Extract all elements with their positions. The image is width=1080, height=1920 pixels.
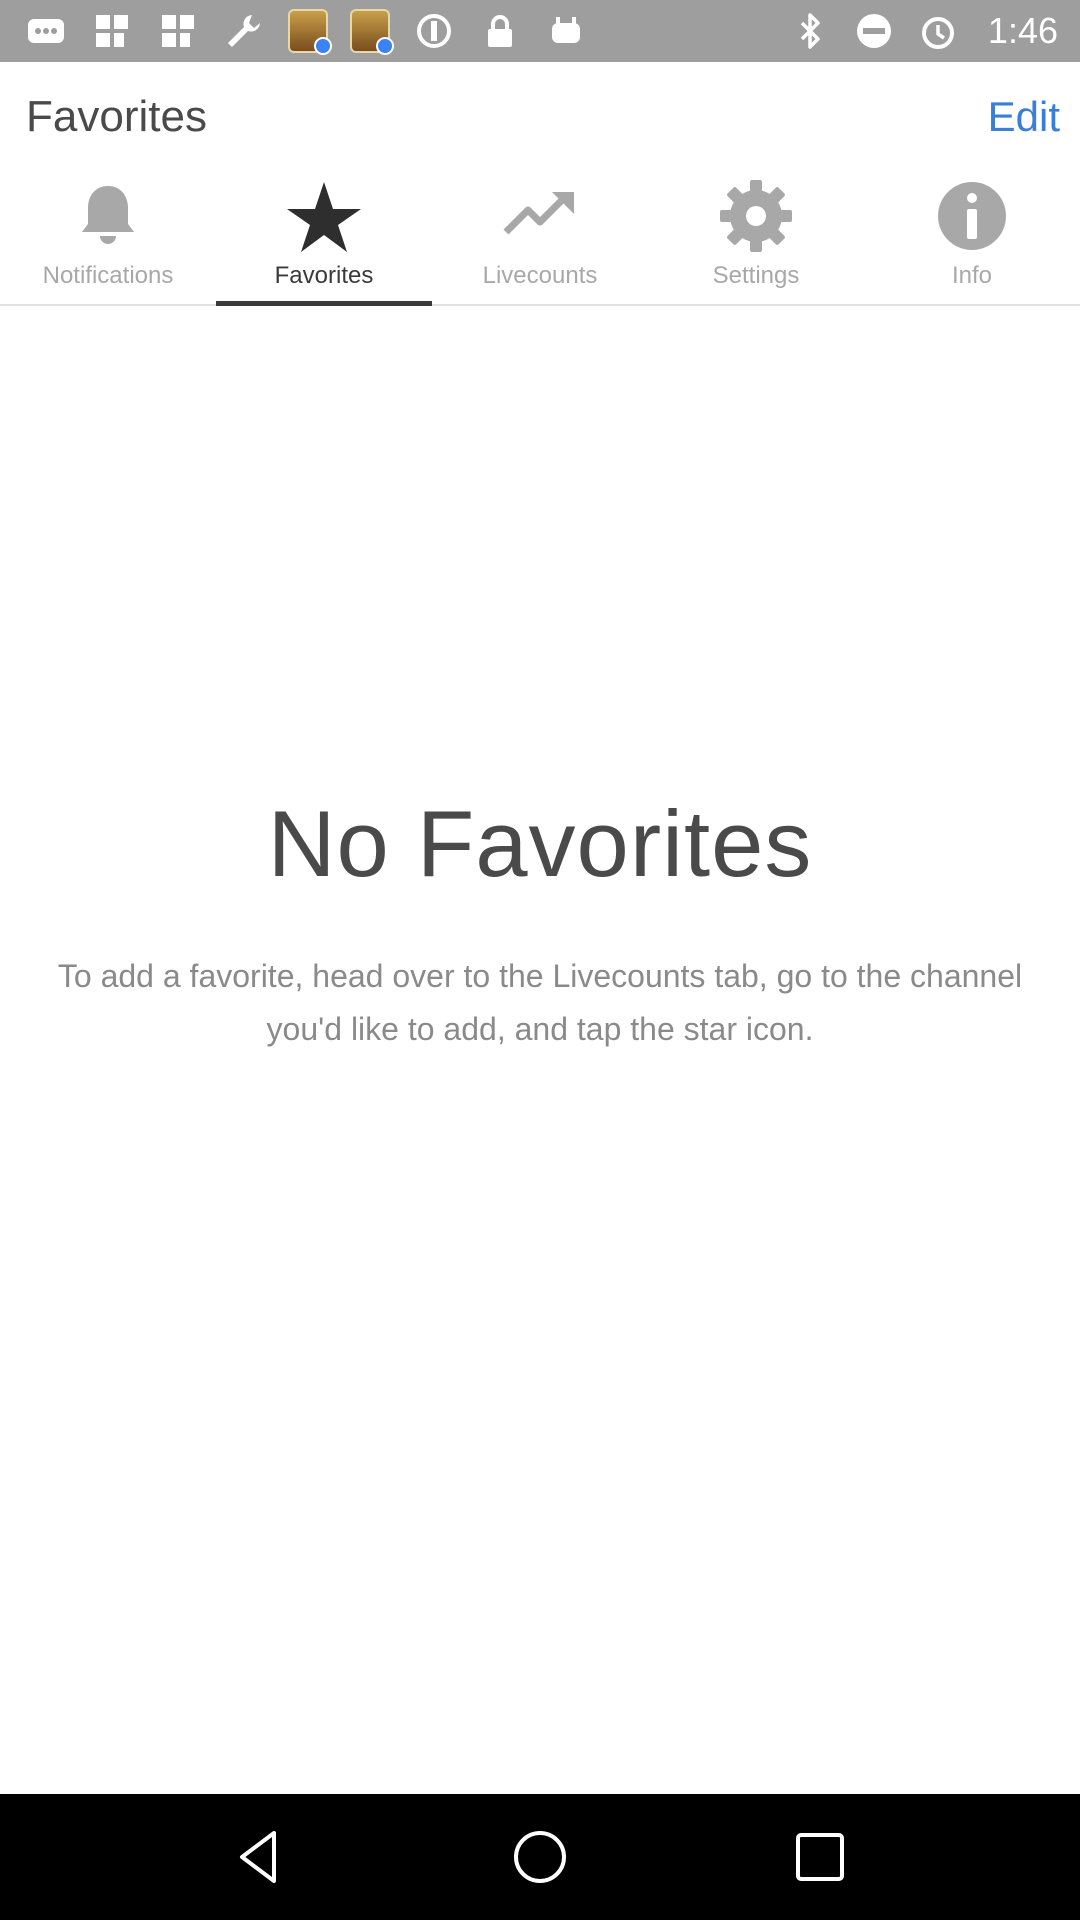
more-icon [24,9,68,53]
bell-icon [82,186,134,244]
gear-icon [720,180,792,252]
recents-button[interactable] [780,1817,860,1897]
info-icon [938,182,1006,250]
empty-state: No Favorites To add a favorite, head ove… [0,790,1080,1056]
tab-settings[interactable]: Settings [648,172,864,304]
star-icon [287,182,361,252]
tab-info[interactable]: Info [864,172,1080,304]
tab-label: Info [951,262,993,289]
status-notifications [24,9,588,55]
tab-bar: Notifications Favorites Livecounts Setti… [0,172,1080,306]
status-time: 1:46 [987,10,1058,51]
app-topics-icon [350,9,394,55]
edit-button[interactable]: Edit [988,93,1060,141]
empty-state-title: No Favorites [267,791,813,896]
back-icon [240,1831,276,1883]
tab-favorites[interactable]: Favorites [216,172,432,306]
empty-state-message: To add a favorite, head over to the Live… [57,958,1023,1047]
app-topics-icon [288,9,332,55]
page-title: Favorites [26,92,207,141]
home-icon [514,1831,566,1883]
tab-label: Notifications [42,262,174,289]
tab-livecounts[interactable]: Livecounts [432,172,648,304]
recents-icon [796,1833,844,1881]
android-icon [544,9,588,53]
tab-notifications[interactable]: Notifications [0,172,216,304]
grid-icon [90,9,134,53]
tab-label: Livecounts [482,262,598,289]
back-button[interactable] [220,1817,300,1897]
status-system: 1:46 [788,9,1058,53]
wrench-icon [222,9,266,53]
tab-label: Settings [712,262,800,289]
bluetooth-icon [788,9,832,53]
trending-up-icon [503,192,574,235]
status-bar: 1:46 [0,0,1080,62]
do-not-disturb-icon [852,9,896,53]
sync-icon [412,9,456,53]
tab-label: Favorites [274,262,374,289]
lock-icon [478,9,522,53]
home-button[interactable] [500,1817,580,1897]
navigation-bar [0,1794,1080,1920]
app-header: Favorites Edit [0,62,1080,172]
grid-icon [156,9,200,53]
alarm-icon [916,9,960,53]
